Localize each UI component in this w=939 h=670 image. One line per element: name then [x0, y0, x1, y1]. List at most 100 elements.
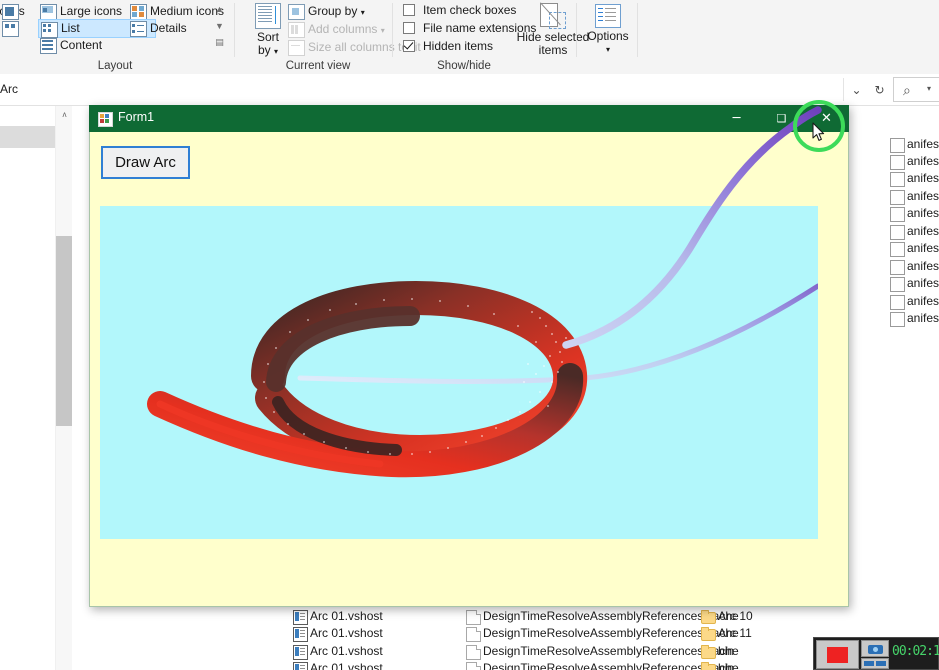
manifest-file-icon [890, 155, 905, 170]
layout-more-button[interactable]: ▤ [213, 37, 226, 48]
search-input[interactable]: ⌕ ▾ [893, 77, 939, 102]
ribbon-item-label: Content [60, 38, 103, 52]
size-columns-icon [288, 40, 305, 56]
medium-icons-icon [130, 4, 147, 20]
arc-render-svg [147, 280, 818, 478]
exe-file-icon [293, 645, 308, 660]
manifest-file-icon [890, 277, 905, 292]
manifest-file-icon [890, 295, 905, 310]
ribbon-item-medium-icons[interactable]: Medium icons [128, 3, 245, 20]
ribbon-item-label: Add columns [308, 22, 378, 36]
list-item-label: anifest [907, 189, 939, 203]
ribbon-separator [637, 3, 638, 57]
manifest-file-icon [890, 225, 905, 240]
ribbon-item-group-by[interactable]: Group by ▾ [286, 3, 413, 20]
extra-large-icons-icon [2, 4, 19, 20]
arc-picture-box[interactable] [100, 206, 818, 539]
exe-file-icon [293, 662, 308, 670]
list-item-label: Arc 11 [718, 626, 752, 640]
manifest-file-icon [890, 190, 905, 205]
cache-file-icon [466, 662, 481, 670]
stop-record-button[interactable] [816, 640, 859, 669]
list-view-icon [41, 22, 58, 38]
minimize-button[interactable]: ─ [714, 105, 759, 132]
list-item-label: anifest [907, 259, 939, 273]
ribbon-group-layout: ge icons Large icons Medium icons ons Li… [0, 0, 230, 74]
checkbox-icon[interactable] [403, 22, 415, 34]
sort-by-button[interactable]: Sort by ▾ [246, 3, 290, 58]
chevron-down-icon[interactable]: ▾ [927, 84, 931, 93]
navigation-scrollbar[interactable]: ᴧ [55, 106, 73, 670]
navigation-pane[interactable] [0, 106, 55, 670]
layout-scroll-up-button[interactable]: ▲ [213, 4, 226, 14]
address-separator [843, 78, 844, 101]
list-item-label: Arc 01.vshost [310, 609, 383, 623]
ribbon-group-label: Layout [97, 60, 133, 72]
sort-by-label-line2: by [257, 43, 271, 57]
mouse-cursor-icon [812, 122, 825, 141]
checkbox-icon[interactable] [403, 40, 415, 52]
layout-scroll-down-button[interactable]: ▼ [213, 21, 226, 31]
refresh-button[interactable]: ↻ [866, 77, 893, 102]
address-bar: Arc ⌄ ↻ ⌕ ▾ [0, 74, 939, 106]
ribbon-item-content[interactable]: Content [38, 37, 155, 54]
folder-icon [701, 662, 716, 670]
camera-icon [868, 645, 883, 654]
scrollbar-thumb[interactable] [56, 236, 73, 426]
list-item-label: anifest [907, 311, 939, 325]
exe-file-icon [293, 610, 308, 625]
ribbon: ge icons Large icons Medium icons ons Li… [0, 0, 939, 75]
ribbon-separator [392, 3, 393, 57]
list-item-label: Arc 01.vshost [310, 626, 383, 640]
checkbox-icon[interactable] [403, 4, 415, 16]
chevron-down-icon: ▾ [380, 26, 385, 35]
list-item-label: Arc 01.vshost [310, 661, 383, 670]
list-item-label: anifest [907, 154, 939, 168]
list-item-label: anifest [907, 276, 939, 290]
list-item-label: anifest [907, 206, 939, 220]
ribbon-item-add-columns: Add columns ▾ [286, 21, 413, 38]
nav-selected-item[interactable] [0, 126, 55, 148]
recording-elapsed-time: 00:02:19 [892, 644, 939, 659]
options-button[interactable]: Options ▾ [583, 4, 633, 56]
form1-title-bar[interactable]: Form1 ─ ❑ ✕ [89, 105, 849, 132]
chevron-down-icon: ▾ [274, 47, 279, 56]
large-icons-icon [40, 4, 57, 20]
draw-arc-button[interactable]: Draw Arc [101, 146, 190, 179]
screen-recorder-widget[interactable]: 00:02:19 [813, 637, 939, 670]
add-columns-icon [288, 22, 305, 38]
list-item-label: Arc 10 [718, 609, 753, 623]
hide-selected-items-icon [540, 2, 566, 29]
cache-file-icon [466, 627, 481, 642]
search-icon: ⌕ [903, 82, 911, 98]
checkbox-label: Hidden items [423, 39, 494, 53]
folder-icon [701, 627, 716, 641]
list-item-label: bin [718, 644, 735, 658]
address-path-text[interactable]: Arc [0, 82, 18, 96]
vb-form-icon [98, 112, 113, 127]
list-item-label: anifest [907, 241, 939, 255]
dual-monitor-button[interactable] [861, 658, 889, 669]
exe-file-icon [293, 627, 308, 642]
ribbon-group-options: Options ▾ [580, 0, 635, 74]
list-item-label: anifest [907, 294, 939, 308]
form1-window[interactable]: Form1 ─ ❑ ✕ Draw Arc [89, 105, 849, 607]
list-item-label: Arc 01.vshost [310, 644, 383, 658]
list-item-label: anifest [907, 224, 939, 238]
ribbon-group-show-hide: Item check boxes File name extensions Hi… [396, 0, 589, 74]
ribbon-separator [576, 3, 577, 57]
manifest-file-icon [890, 138, 905, 153]
content-view-icon [40, 38, 57, 54]
ribbon-item-label: Large icons [60, 4, 123, 18]
ribbon-item-label: List [61, 21, 80, 35]
cache-file-icon [466, 645, 481, 660]
ribbon-group-label: Show/hide [437, 60, 491, 72]
manifest-file-icon [890, 260, 905, 275]
list-item-label: anifest [907, 137, 939, 151]
screenshot-button[interactable] [861, 640, 889, 657]
scroll-up-arrow-icon[interactable]: ᴧ [56, 106, 73, 123]
chevron-down-icon: ▾ [360, 8, 365, 17]
folder-icon [701, 645, 716, 659]
cache-file-icon [466, 610, 481, 625]
chevron-down-icon[interactable]: ▾ [583, 43, 633, 56]
